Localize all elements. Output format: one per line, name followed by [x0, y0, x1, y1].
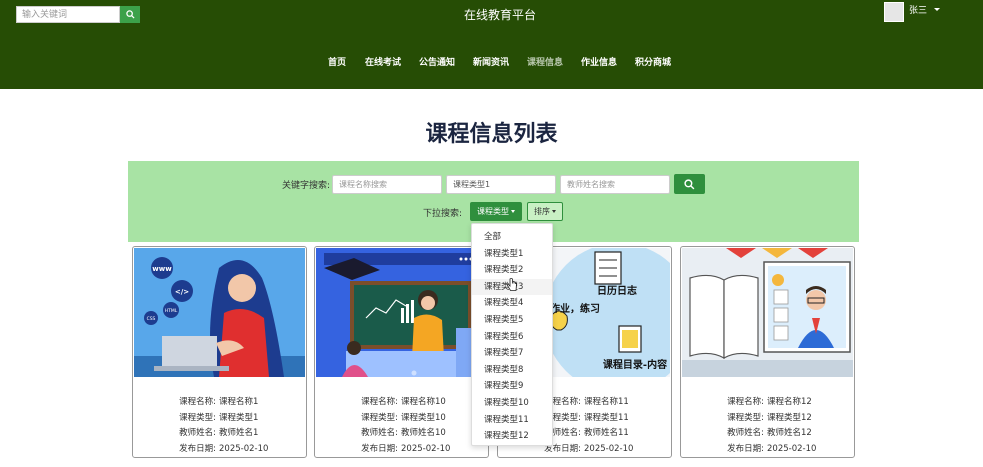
image-text: HTML [165, 308, 178, 314]
dropdown-item-type-2[interactable]: 课程类型2 [472, 262, 552, 279]
nav-item-points-mall[interactable]: 积分商城 [635, 55, 671, 68]
nav-item-courses[interactable]: 课程信息 [527, 55, 563, 68]
course-name: 课程名称1 [219, 397, 259, 407]
course-info: 课程名称: 课程名称10 课程类型: 课程类型10 教师姓名: 教师姓名10 发布日期… [315, 395, 488, 457]
image-text: </> [175, 288, 189, 296]
image-text: 日历日志 [597, 284, 637, 297]
course-card[interactable]: 课程名称: 课程名称12 课程类型: 课程类型12 教师姓名: 教师姓名12 发布日期… [680, 246, 855, 458]
course-type-dropdown-button[interactable]: 课程类型 [470, 202, 522, 221]
site-title: 在线教育平台 [463, 8, 536, 22]
image-text: 作业，练习 [550, 302, 600, 315]
course-card[interactable]: www </> HTML CSS 课程名称: 课程名称1 课程类型: 课程类型1 教… [132, 246, 307, 458]
search-icon [125, 10, 135, 19]
field-label: 课程名称: [179, 397, 216, 407]
field-label: 课程名称: [361, 397, 398, 407]
course-type: 课程类型12 [767, 412, 812, 423]
field-label: 课程类型: [727, 412, 764, 423]
nav-item-news[interactable]: 新闻资讯 [473, 55, 509, 68]
teacher-name: 教师姓名11 [584, 428, 629, 438]
publish-date: 2025-02-10 [219, 443, 269, 454]
main-nav: 首页 在线考试 公告通知 新闻资讯 课程信息 作业信息 积分商城 [0, 55, 983, 69]
dropdown-item-type-10[interactable]: 课程类型10 [472, 395, 552, 412]
teacher-name: 教师姓名1 [219, 428, 259, 438]
avatar[interactable] [884, 2, 904, 22]
dropdown-item-type-5[interactable]: 课程类型5 [472, 312, 552, 329]
caret-down-icon [552, 210, 556, 213]
field-label: 发布日期: [361, 443, 398, 454]
dropdown-item-type-8[interactable]: 课程类型8 [472, 362, 552, 379]
dropdown-item-type-7[interactable]: 课程类型7 [472, 345, 552, 362]
dropdown-item-type-6[interactable]: 课程类型6 [472, 329, 552, 346]
search-input[interactable]: 输入关键词 [16, 6, 120, 23]
course-card[interactable]: 课程名称: 课程名称10 课程类型: 课程类型10 教师姓名: 教师姓名10 发布日期… [314, 246, 489, 458]
page-title: 课程信息列表 [425, 122, 558, 147]
course-type-dropdown-menu: 全部 课程类型1 课程类型2 课程类型3 课程类型4 课程类型5 课程类型6 课… [471, 223, 553, 446]
course-name-search-input[interactable]: 课程名称搜索 [332, 175, 442, 194]
nav-item-exam[interactable]: 在线考试 [365, 55, 401, 68]
search-button[interactable] [120, 6, 140, 23]
user-name[interactable]: 张三 [909, 3, 927, 16]
dropdown-item-type-1[interactable]: 课程类型1 [472, 246, 552, 263]
course-image [682, 248, 853, 377]
course-type: 课程类型11 [584, 412, 629, 423]
search-icon [684, 178, 695, 189]
teacher-name-search-input[interactable]: 教师姓名搜索 [560, 175, 670, 194]
image-text: CSS [147, 316, 156, 322]
dropdown-search-label: 下拉搜索: [423, 209, 463, 219]
filter-search-button[interactable] [674, 174, 705, 194]
course-name: 课程名称11 [584, 397, 629, 407]
course-image [316, 248, 487, 377]
sort-dropdown-label: 排序 [534, 207, 550, 216]
course-info: 课程名称: 课程名称1 课程类型: 课程类型1 教师姓名: 教师姓名1 发布日期: 20… [133, 395, 306, 457]
course-info: 课程名称: 课程名称12 课程类型: 课程类型12 教师姓名: 教师姓名12 发布日期… [681, 395, 854, 457]
nav-item-homework[interactable]: 作业信息 [581, 55, 617, 68]
keyword-search-label: 关键字搜索: [282, 181, 331, 191]
field-label: 教师姓名: [727, 428, 764, 438]
image-text: www [152, 265, 172, 273]
image-text: 课程目录-内容 [603, 358, 667, 371]
nav-item-notice[interactable]: 公告通知 [419, 55, 455, 68]
course-name: 课程名称12 [767, 397, 812, 407]
course-type: 课程类型1 [219, 412, 259, 423]
dropdown-item-all[interactable]: 全部 [472, 229, 552, 246]
nav-item-home[interactable]: 首页 [328, 55, 346, 68]
field-label: 课程名称: [727, 397, 764, 407]
hand-cursor-icon [506, 278, 517, 291]
header: 输入关键词 在线教育平台 张三 首页 在线考试 公告通知 新闻资讯 课程信息 作… [0, 0, 983, 89]
field-label: 发布日期: [727, 443, 764, 454]
dropdown-item-type-12[interactable]: 课程类型12 [472, 428, 552, 445]
course-type-dropdown-label: 课程类型 [477, 207, 509, 216]
publish-date: 2025-02-10 [584, 443, 634, 454]
caret-down-icon [511, 210, 515, 213]
field-label: 课程类型: [361, 412, 398, 423]
chevron-down-icon[interactable] [934, 8, 940, 11]
course-type-search-input[interactable]: 课程类型1 [446, 175, 556, 194]
field-label: 教师姓名: [361, 428, 398, 438]
course-image: www </> HTML CSS [134, 248, 305, 377]
field-label: 课程类型: [179, 412, 216, 423]
dropdown-item-type-9[interactable]: 课程类型9 [472, 378, 552, 395]
dropdown-item-type-11[interactable]: 课程类型11 [472, 412, 552, 429]
sort-dropdown-button[interactable]: 排序 [527, 202, 563, 221]
field-label: 教师姓名: [179, 428, 216, 438]
teacher-name: 教师姓名12 [767, 428, 812, 438]
dropdown-item-type-4[interactable]: 课程类型4 [472, 295, 552, 312]
publish-date: 2025-02-10 [767, 443, 817, 454]
field-label: 发布日期: [179, 443, 216, 454]
